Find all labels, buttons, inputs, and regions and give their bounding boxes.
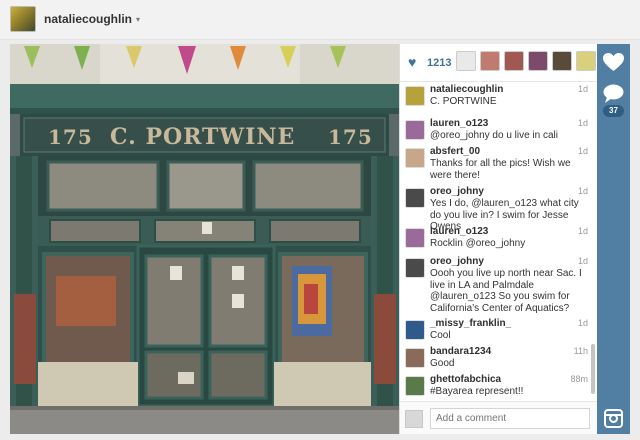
comment-time: 11h (573, 346, 588, 356)
comment-username[interactable]: lauren_o123 (430, 226, 488, 237)
avatar[interactable] (405, 348, 425, 368)
avatar[interactable] (552, 51, 572, 71)
scrollbar[interactable] (591, 344, 595, 394)
username-label[interactable]: nataliecoughlin (44, 12, 132, 26)
comment-text: Cool (430, 330, 451, 341)
post-photo[interactable]: 175 C. PORTWINE 175 (10, 44, 399, 434)
avatar[interactable] (405, 320, 425, 340)
avatar[interactable] (576, 51, 596, 71)
comment-time: 1d (577, 186, 588, 196)
comment-time: 88m (570, 374, 588, 384)
comment-text: #Bayarea represent!! (430, 386, 524, 397)
comment-text: Oooh you live up north near Sac. I live … (430, 268, 582, 314)
avatar[interactable] (528, 51, 548, 71)
likes-row: ♥ 1213 (400, 44, 598, 82)
comment-username[interactable]: oreo_johny (430, 256, 484, 267)
caption-text: C. PORTWINE (430, 96, 497, 107)
caption-time: 1d (577, 84, 588, 94)
avatar[interactable] (456, 51, 476, 71)
avatar[interactable] (480, 51, 500, 71)
sign-name: C. PORTWINE (110, 124, 295, 150)
storefront-image: 175 C. PORTWINE 175 (10, 44, 399, 434)
comment-username[interactable]: bandara1234 (430, 346, 491, 357)
comment-list[interactable]: lauren_o123 1d @oreo_johny do u live in … (400, 118, 598, 440)
comment-time: 1d (577, 226, 588, 236)
comment-time: 1d (577, 318, 588, 328)
comment-text: Rocklin @oreo_johny (430, 238, 526, 249)
avatar[interactable] (405, 258, 425, 278)
avatar (405, 410, 423, 428)
avatar[interactable] (405, 228, 425, 248)
instagram-icon[interactable] (604, 409, 623, 428)
caption-username[interactable]: nataliecoughlin (430, 84, 503, 95)
comment-username[interactable]: ghettofabchica (430, 374, 501, 385)
heart-icon[interactable] (602, 52, 625, 77)
avatar[interactable] (405, 120, 425, 140)
comment-text: Thanks for all the pics! Wish we were th… (430, 158, 571, 181)
comment-text: Good (430, 358, 455, 369)
comment-username[interactable]: oreo_johny (430, 186, 484, 197)
top-bar: nataliecoughlin ▾ (0, 0, 640, 40)
likes-count[interactable]: 1213 (427, 57, 451, 69)
avatar[interactable] (10, 6, 36, 32)
avatar[interactable] (405, 148, 425, 168)
comment-form (400, 401, 598, 434)
comment-username[interactable]: absfert_00 (430, 146, 480, 157)
comment-text: @oreo_johny do u live in cali (430, 130, 559, 141)
sign-number-right: 175 (328, 125, 373, 149)
avatar[interactable] (405, 188, 425, 208)
heart-icon[interactable]: ♥ (408, 55, 422, 69)
post-details-panel: ♥ 1213 nataliecoughlin 1d C. PORTWINE la… (399, 44, 598, 434)
comment-time: 1d (577, 118, 588, 128)
post-caption: nataliecoughlin 1d C. PORTWINE (400, 84, 598, 118)
avatar[interactable] (504, 51, 524, 71)
comment-username[interactable]: lauren_o123 (430, 118, 488, 129)
sign-number-left: 175 (48, 125, 93, 149)
comment-input[interactable] (430, 408, 590, 429)
comment-time: 1d (577, 146, 588, 156)
comment-count-badge[interactable]: 37 (603, 105, 624, 117)
user-menu[interactable]: nataliecoughlin ▾ (10, 6, 140, 32)
avatar[interactable] (405, 86, 425, 106)
avatar[interactable] (405, 376, 425, 396)
likers-list (456, 51, 600, 71)
chevron-down-icon[interactable]: ▾ (136, 15, 140, 24)
comment-time: 1d (577, 256, 588, 266)
action-sidebar: 37 (597, 44, 630, 434)
comment-username[interactable]: _missy_franklin_ (430, 318, 511, 329)
